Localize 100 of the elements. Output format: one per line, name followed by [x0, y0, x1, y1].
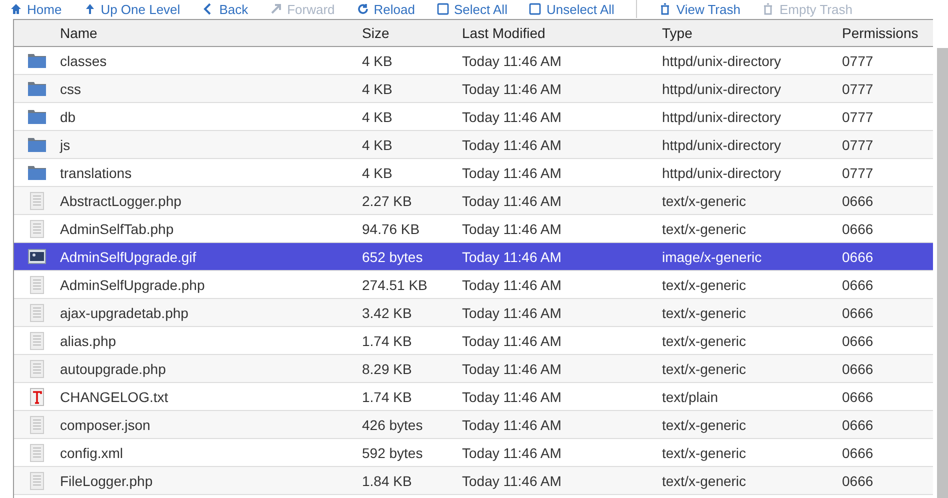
modified-date: Today 11:46 AM	[462, 444, 562, 460]
file-name: AdminSelfUpgrade.php	[60, 276, 206, 292]
file-name: db	[60, 108, 77, 124]
reload-icon	[356, 3, 369, 15]
file-type: text/x-generic	[662, 276, 748, 292]
file-type: text/x-generic	[662, 304, 748, 320]
modified-date: Today 11:46 AM	[462, 332, 562, 348]
modified-date: Today 11:46 AM	[462, 248, 562, 264]
toolbar-button[interactable]: Home	[10, 2, 62, 16]
file-size: 3.42 KB	[362, 304, 413, 320]
toolbar-button[interactable]: Reload	[356, 2, 415, 16]
file-row[interactable]: composer.json 426 bytes Today 11:46 AM text/x-generic 0666	[14, 411, 933, 439]
file-row[interactable]: AbstractLogger.php 2.27 KB Today 11:46 AM text/x-generic 0666	[14, 187, 933, 215]
up-arrow-icon	[84, 3, 96, 15]
modified-date: Today 11:46 AM	[462, 136, 562, 152]
file-name: FileLogger.php	[60, 472, 154, 488]
file-row[interactable]: AdminSelfUpgrade.gif 652 bytes Today 11:46 AM image/x-generic 0666	[14, 243, 933, 271]
file-permissions: 0666	[842, 248, 874, 264]
file-size: 1.74 KB	[362, 388, 413, 404]
file-permissions: 0777	[842, 52, 874, 68]
toolbar-button[interactable]: View Trash	[659, 2, 740, 16]
file-size: 4 KB	[362, 108, 394, 124]
file-row[interactable]: js 4 KB Today 11:46 AM httpd/unix-directory 0777	[14, 131, 933, 159]
file-permissions: 0777	[842, 136, 874, 152]
file-size: 426 bytes	[362, 416, 424, 432]
file-size: 4 KB	[362, 164, 394, 180]
checkbox-icon	[436, 3, 449, 15]
file-size: 652 bytes	[362, 248, 424, 264]
file-row[interactable]: FileLogger.php 1.84 KB Today 11:46 AM text/x-generic 0666	[14, 467, 933, 495]
modified-date: Today 11:46 AM	[462, 472, 562, 488]
file-size: 4 KB	[362, 80, 394, 96]
modified-date: Today 11:46 AM	[462, 360, 562, 376]
file-type: httpd/unix-directory	[662, 80, 782, 96]
forward-arrow-icon	[270, 3, 282, 15]
scrollbar[interactable]	[937, 48, 948, 498]
toolbar-button[interactable]: Select All	[436, 2, 508, 16]
toolbar-button[interactable]: Back	[202, 2, 248, 16]
file-name: AbstractLogger.php	[60, 192, 182, 208]
text-file-icon	[30, 388, 44, 406]
file-size: 94.76 KB	[362, 220, 421, 236]
folder-icon	[28, 81, 46, 96]
document-icon	[30, 192, 44, 210]
column-header[interactable]: Type	[662, 25, 842, 41]
file-name: js	[60, 136, 72, 152]
column-header[interactable]: Size	[362, 25, 462, 41]
home-icon	[10, 3, 22, 15]
file-row[interactable]: ajax-upgradetab.php 3.42 KB Today 11:46 AM text/x-generic 0666	[14, 299, 933, 327]
file-permissions: 0666	[842, 220, 874, 236]
file-permissions: 0666	[842, 276, 874, 292]
file-size: 1.74 KB	[362, 332, 413, 348]
folder-icon	[28, 53, 46, 68]
file-size: 8.29 KB	[362, 360, 413, 376]
file-row[interactable]: autoupgrade.php 8.29 KB Today 11:46 AM text/x-generic 0666	[14, 355, 933, 383]
file-size: 274.51 KB	[362, 276, 428, 292]
file-permissions: 0777	[842, 164, 874, 180]
file-name: composer.json	[60, 416, 152, 432]
file-permissions: 0666	[842, 472, 874, 488]
document-icon	[30, 360, 44, 378]
file-type: text/x-generic	[662, 416, 748, 432]
trash-icon	[762, 3, 774, 15]
toolbar-button[interactable]: Unselect All	[529, 2, 614, 16]
file-type: text/x-generic	[662, 220, 748, 236]
file-row[interactable]: css 4 KB Today 11:46 AM httpd/unix-directory 0777	[14, 75, 933, 103]
file-size: 2.27 KB	[362, 192, 413, 208]
modified-date: Today 11:46 AM	[462, 388, 562, 404]
document-icon	[30, 332, 44, 350]
file-size: 4 KB	[362, 52, 394, 68]
file-name: autoupgrade.php	[60, 360, 167, 376]
modified-date: Today 11:46 AM	[462, 192, 562, 208]
file-type: text/x-generic	[662, 332, 748, 348]
modified-date: Today 11:46 AM	[462, 416, 562, 432]
file-name: CHANGELOG.txt	[60, 388, 170, 404]
file-permissions: 0777	[842, 80, 874, 96]
file-permissions: 0666	[842, 304, 874, 320]
column-header[interactable]: Last Modified	[462, 25, 662, 41]
toolbar-button[interactable]: Up One Level	[84, 2, 180, 16]
document-icon	[30, 472, 44, 490]
file-type: image/x-generic	[662, 248, 763, 264]
file-name: ajax-upgradetab.php	[60, 304, 190, 320]
modified-date: Today 11:46 AM	[462, 80, 562, 96]
file-type: httpd/unix-directory	[662, 108, 782, 124]
column-header[interactable]: Permissions	[842, 25, 933, 41]
file-type: httpd/unix-directory	[662, 52, 782, 68]
file-type: text/x-generic	[662, 444, 748, 460]
modified-date: Today 11:46 AM	[462, 164, 562, 180]
document-icon	[30, 416, 44, 434]
trash-icon	[659, 3, 672, 15]
file-name: translations	[60, 164, 133, 180]
file-permissions: 0666	[842, 388, 874, 404]
file-permissions: 0666	[842, 416, 874, 432]
file-name: css	[60, 80, 82, 96]
modified-date: Today 11:46 AM	[462, 276, 562, 292]
folder-icon	[28, 165, 46, 180]
file-permissions: 0666	[842, 444, 874, 460]
file-name: AdminSelfUpgrade.gif	[60, 248, 198, 264]
file-name: AdminSelfTab.php	[60, 220, 175, 236]
column-header[interactable]: Name	[60, 25, 362, 41]
file-permissions: 0777	[842, 108, 874, 124]
document-icon	[30, 276, 44, 294]
folder-icon	[28, 137, 46, 152]
